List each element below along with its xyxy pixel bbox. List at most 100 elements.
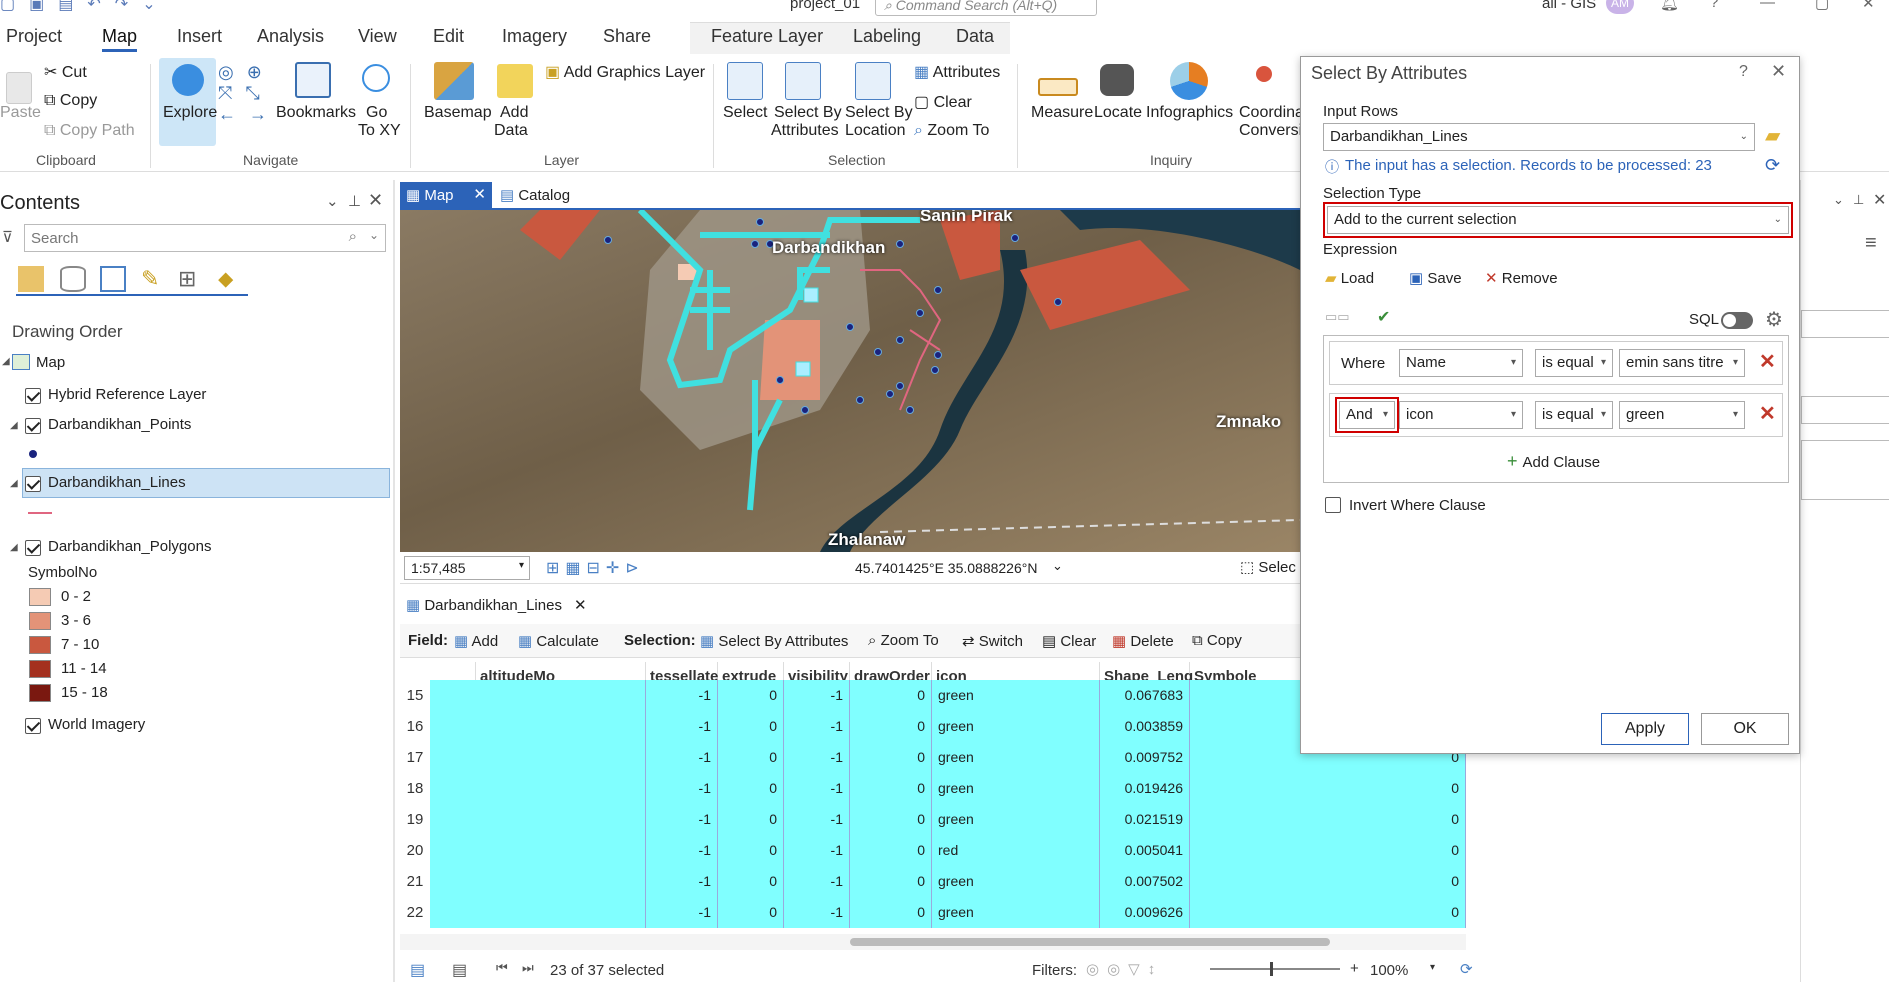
zoom-in-icon[interactable]: +: [1350, 960, 1359, 977]
list-by-source-icon[interactable]: [60, 266, 86, 292]
first-record-icon[interactable]: ⏮: [496, 960, 508, 976]
save-button[interactable]: ▣ Save: [1409, 269, 1462, 287]
copy-button[interactable]: ⧉ Copy: [44, 92, 97, 110]
close-pane-icon[interactable]: ✕: [368, 190, 383, 211]
filter-icon[interactable]: ⊽: [2, 228, 13, 246]
table-cell[interactable]: 0: [718, 835, 784, 866]
coordinate-conversion-icon[interactable]: [1256, 66, 1272, 82]
table-cell[interactable]: -1: [646, 866, 718, 897]
scale-selector[interactable]: 1:57,485 ▾: [404, 556, 530, 580]
table-cell[interactable]: green: [932, 742, 1100, 773]
measure-button[interactable]: Measure: [1031, 104, 1093, 122]
new-icon[interactable]: ▢: [0, 0, 15, 14]
operator-dropdown[interactable]: is equal ▾: [1535, 401, 1613, 429]
table-cell[interactable]: -1: [646, 897, 718, 928]
row-number[interactable]: 18: [400, 773, 430, 804]
ok-button[interactable]: OK: [1701, 713, 1789, 745]
switch-button[interactable]: ⇄ Switch: [962, 632, 1023, 650]
tab-labeling[interactable]: Labeling: [853, 26, 921, 47]
close-icon[interactable]: ✕: [1862, 0, 1875, 12]
table-cell[interactable]: -1: [646, 773, 718, 804]
binoculars-icon[interactable]: [1100, 64, 1134, 96]
conjunction-dropdown[interactable]: And ▾: [1339, 401, 1395, 429]
value-dropdown[interactable]: emin sans titre ▾: [1619, 349, 1745, 377]
table-cell[interactable]: 0: [718, 804, 784, 835]
table-cell[interactable]: 0.019426: [1100, 773, 1190, 804]
pane-options-icon[interactable]: ⌄: [326, 192, 339, 210]
add-graphics-layer-button[interactable]: ▣ Add Graphics Layer: [545, 62, 705, 82]
pin-icon[interactable]: ⊥: [348, 192, 361, 210]
expand-icon[interactable]: ◢: [2, 356, 10, 367]
chevron-down-icon[interactable]: ▾: [1430, 962, 1435, 973]
input-partial[interactable]: [1801, 396, 1889, 424]
layer-darbandikhan-polygons[interactable]: Darbandikhan_Polygons: [48, 538, 211, 555]
legend-swatch[interactable]: [29, 684, 51, 702]
copy-button[interactable]: ⧉ Copy: [1192, 632, 1242, 649]
row-number[interactable]: 16: [400, 711, 430, 742]
selection-type-dropdown[interactable]: Add to the current selection ⌄: [1327, 206, 1789, 234]
table-cell[interactable]: -1: [784, 711, 850, 742]
operator-dropdown[interactable]: is equal ▾: [1535, 349, 1613, 377]
table-cell[interactable]: 0: [718, 742, 784, 773]
cut-button[interactable]: ✂ Cut: [44, 62, 87, 82]
chevron-down-icon[interactable]: ⌄: [369, 228, 379, 242]
list-by-drawing-order-icon[interactable]: [18, 266, 44, 292]
table-cell[interactable]: green: [932, 680, 1100, 711]
table-cell[interactable]: 0: [718, 711, 784, 742]
table-cell[interactable]: -1: [646, 804, 718, 835]
selection-toggle[interactable]: ⬚ Selec: [1240, 558, 1296, 576]
close-icon[interactable]: ✕: [473, 185, 486, 203]
infographics-button[interactable]: Infographics: [1146, 104, 1233, 122]
select-by-location-label-2[interactable]: Location: [845, 122, 906, 140]
table-cell[interactable]: 0: [850, 711, 932, 742]
locate-button[interactable]: Locate: [1094, 104, 1142, 122]
table-cell[interactable]: 0: [850, 773, 932, 804]
infographics-icon[interactable]: [1170, 62, 1208, 100]
tab-analysis[interactable]: Analysis: [257, 26, 324, 47]
table-cell[interactable]: -1: [646, 711, 718, 742]
field-dropdown[interactable]: icon ▾: [1399, 401, 1523, 429]
add-data-icon[interactable]: [497, 64, 533, 98]
show-selected-records-icon[interactable]: ▤: [452, 960, 467, 980]
table-cell[interactable]: 0: [850, 835, 932, 866]
table-cell[interactable]: 0: [718, 773, 784, 804]
map-canvas[interactable]: [400, 210, 1300, 552]
table-cell[interactable]: -1: [646, 742, 718, 773]
verify-icon[interactable]: ✔: [1377, 307, 1390, 327]
close-icon[interactable]: ✕: [1873, 190, 1886, 210]
quick-access-toolbar[interactable]: ▢ ▣ ▤ ↶ ↷ ⌄: [0, 0, 156, 14]
list-by-snapping-icon[interactable]: ⊞: [178, 266, 196, 292]
row-number[interactable]: 20: [400, 835, 430, 866]
undo-icon[interactable]: ↶: [87, 0, 100, 14]
gear-icon[interactable]: ⚙: [1765, 307, 1783, 332]
to-xy-button[interactable]: To XY: [358, 122, 401, 140]
table-cell[interactable]: [476, 897, 646, 928]
tab-view[interactable]: View: [358, 26, 397, 47]
contents-search-input[interactable]: Search ⌕ ⌄: [24, 224, 386, 252]
layer-darbandikhan-points[interactable]: Darbandikhan_Points: [48, 416, 191, 433]
table-row[interactable]: 21 -1 0 -1 0 green 0.007502 0: [400, 866, 1466, 897]
calculate-button[interactable]: ▦ Calculate: [518, 632, 599, 650]
legend-swatch[interactable]: [29, 660, 51, 678]
tab-insert[interactable]: Insert: [177, 26, 222, 47]
bell-icon[interactable]: 🔔︎: [1660, 0, 1679, 12]
bookmarks-button[interactable]: Bookmarks: [276, 104, 356, 122]
row-number[interactable]: 22: [400, 897, 430, 928]
select-by-attributes-button[interactable]: ▦ Select By Attributes: [700, 632, 848, 650]
table-cell[interactable]: -1: [784, 804, 850, 835]
bookmarks-icon[interactable]: [295, 62, 331, 98]
coordinate-conversion-label-1[interactable]: Coordinat: [1239, 104, 1308, 122]
tab-project[interactable]: Project: [6, 26, 62, 47]
expand-icon[interactable]: ◢: [10, 478, 18, 489]
table-cell[interactable]: [476, 866, 646, 897]
help-icon[interactable]: ?: [1739, 63, 1748, 81]
map-node[interactable]: Map: [36, 354, 65, 371]
table-tab-label[interactable]: ▦ Darbandikhan_Lines ✕: [406, 596, 587, 614]
help-icon[interactable]: ?: [1710, 0, 1718, 11]
clear-button[interactable]: ▢ Clear: [914, 92, 972, 112]
lines-layer-checkbox[interactable]: [25, 476, 41, 492]
tab-catalog[interactable]: ▤ Catalog: [500, 186, 570, 204]
clear-selection-button[interactable]: ▤ Clear: [1042, 632, 1096, 650]
table-cell[interactable]: 0: [718, 680, 784, 711]
basemap-icon[interactable]: [434, 62, 474, 100]
